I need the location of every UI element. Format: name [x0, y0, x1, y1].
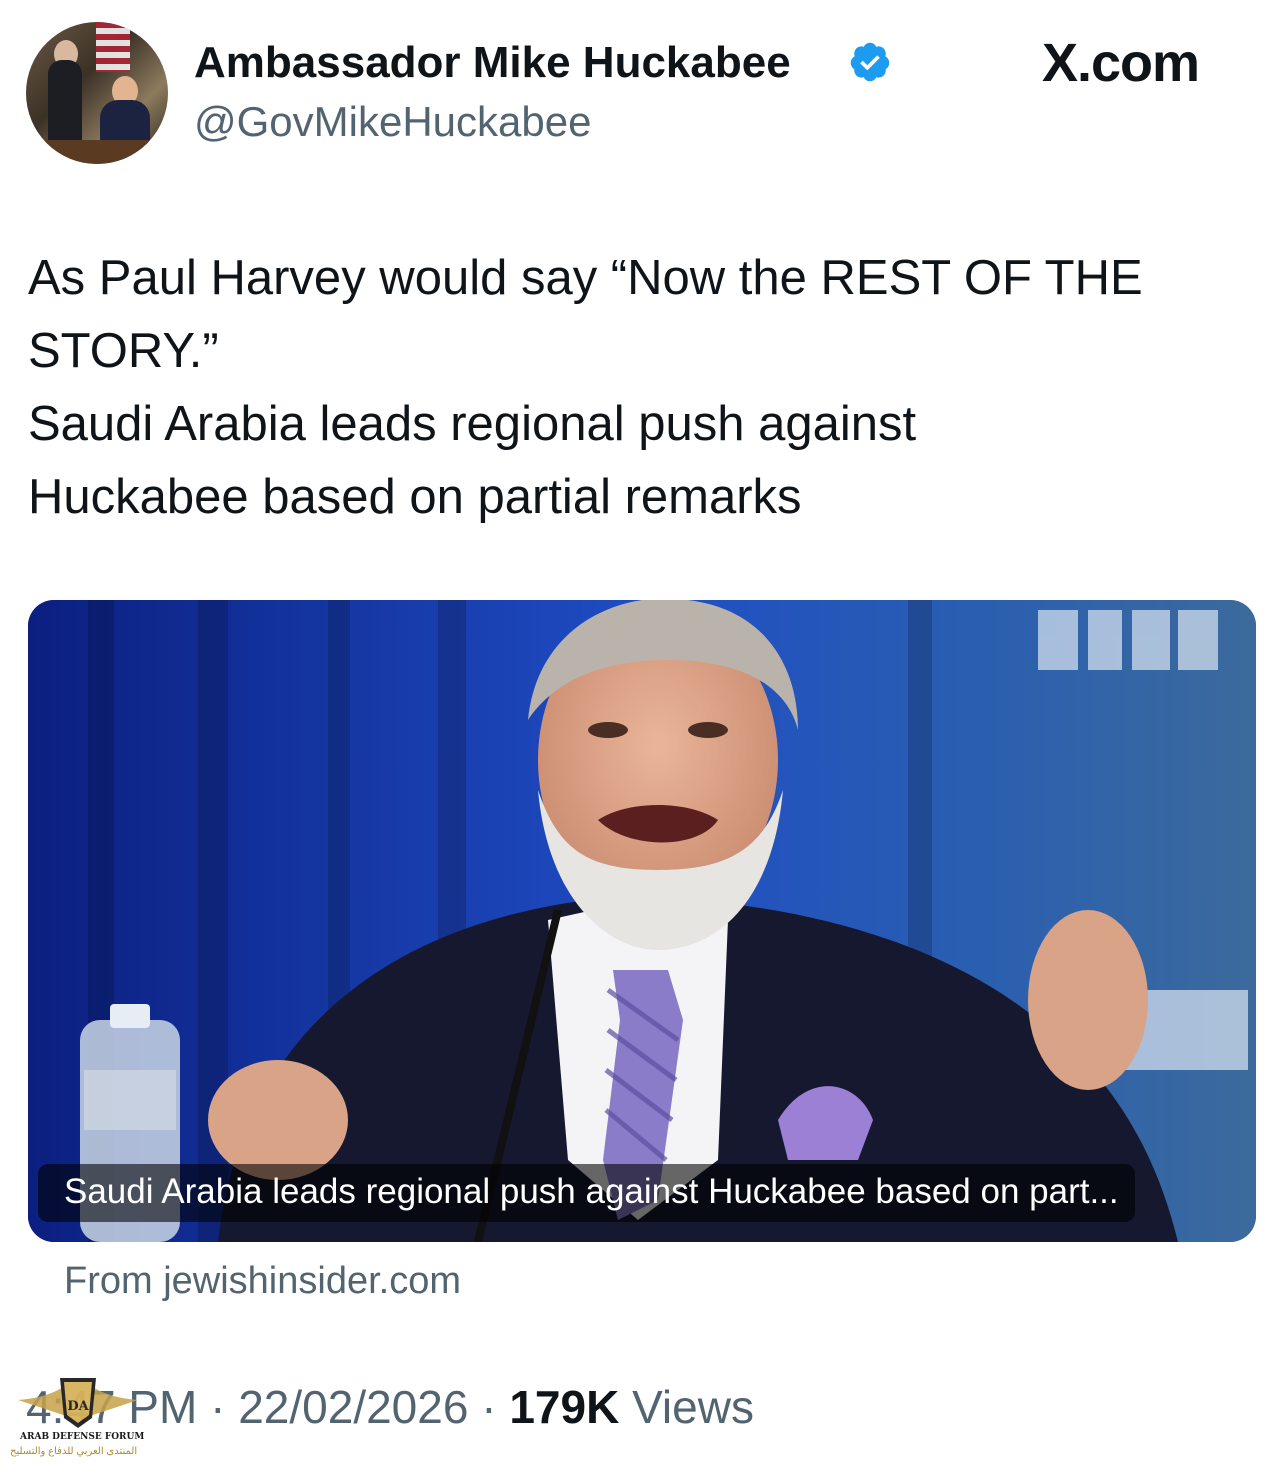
meta-separator: · — [481, 1381, 497, 1433]
forum-logo-emblem: DA — [67, 1399, 89, 1414]
forum-name-arabic: المنتدى العربي للدفاع والتسليح — [10, 1446, 138, 1457]
tweet-text-line: STORY.” — [28, 324, 219, 378]
views-count: 179K — [509, 1381, 620, 1433]
verified-badge-icon — [850, 42, 890, 82]
tweet-text: As Paul Harvey would say “Now the REST O… — [28, 242, 1258, 534]
link-card-image[interactable] — [28, 600, 1256, 1242]
avatar-desk-detail — [26, 140, 168, 164]
tweet-date[interactable]: 22/02/2026 — [238, 1381, 468, 1433]
forum-name-english: ARAB DEFENSE FORUM — [20, 1432, 145, 1442]
user-handle[interactable]: @GovMikeHuckabee — [194, 98, 591, 146]
meta-separator: · — [210, 1381, 226, 1433]
link-card-source[interactable]: From jewishinsider.com — [64, 1260, 461, 1303]
forum-logo-icon: DA — [18, 1378, 138, 1428]
tweet-text-line: Saudi Arabia leads regional push against — [28, 397, 917, 451]
speaker-photo — [28, 600, 1256, 1242]
views-label: Views — [632, 1381, 754, 1433]
tweet-text-line: As Paul Harvey would say “Now the REST O… — [28, 251, 1143, 305]
avatar-person-body — [48, 60, 82, 146]
brand-label: X.com — [1042, 33, 1200, 93]
tweet-text-line: Huckabee based on partial remarks — [28, 470, 802, 524]
display-name[interactable]: Ambassador Mike Huckabee — [194, 38, 791, 88]
avatar-flag-detail — [96, 22, 130, 72]
link-card-caption[interactable]: Saudi Arabia leads regional push against… — [38, 1164, 1135, 1222]
profile-avatar[interactable] — [26, 22, 168, 164]
